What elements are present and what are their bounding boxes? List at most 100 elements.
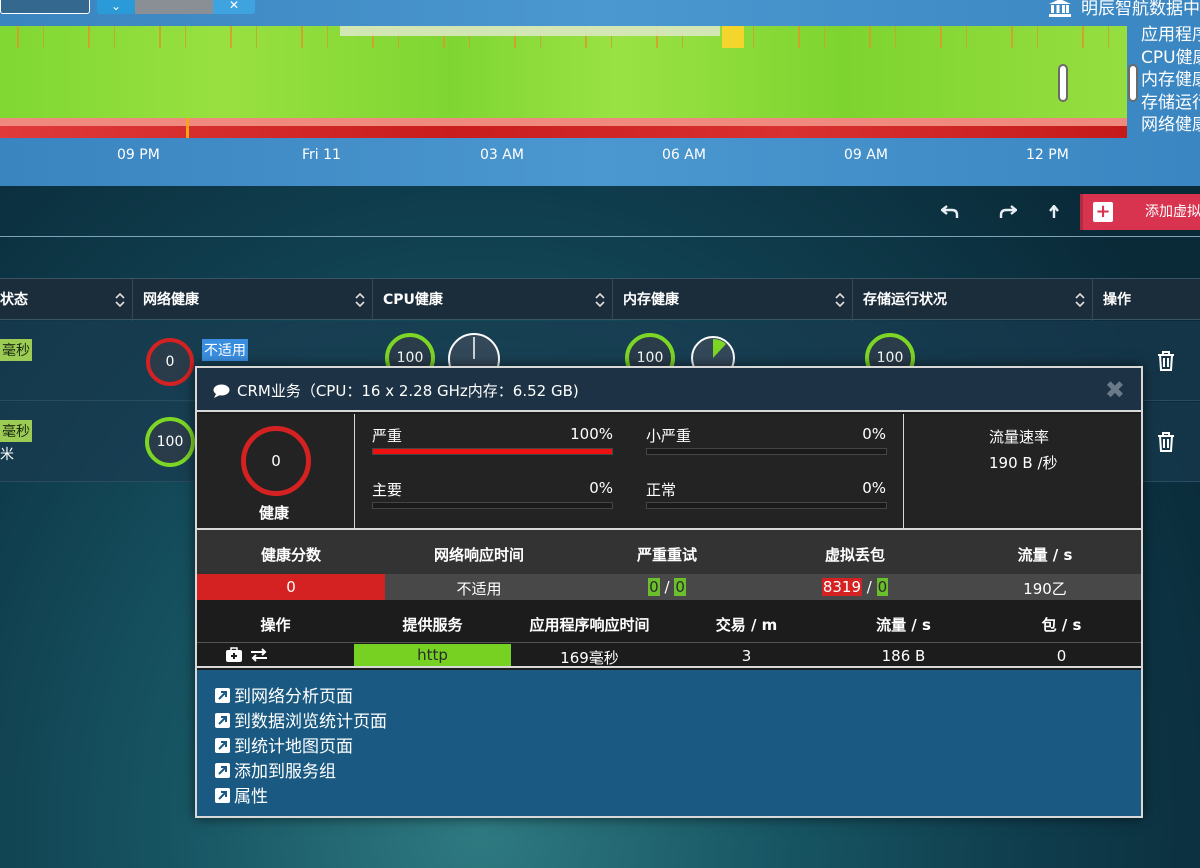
column-header-storage-status[interactable]: 存储运行状况 <box>853 279 1093 321</box>
link-properties[interactable]: 属性 <box>215 782 268 807</box>
trash-icon[interactable] <box>1157 351 1175 371</box>
net-response-value: 不适用 <box>456 580 502 598</box>
column-header-network-health[interactable]: 网络健康 <box>133 279 373 321</box>
dropdown-toggle-button[interactable]: ⌄ <box>97 0 135 14</box>
column-header-status[interactable]: 状态 <box>0 279 133 321</box>
service-table: 操作 提供服务 应用程序响应时间 交易 / m 流量 / s 包 / s htt… <box>197 600 1141 668</box>
add-virtual-button[interactable]: + 添加虚拟 <box>1080 194 1200 230</box>
network-health-gauge: 100 <box>145 417 195 467</box>
sort-icon[interactable] <box>1074 292 1086 308</box>
column-header-memory-health[interactable]: 内存健康 <box>613 279 853 321</box>
link-label: 添加到服务组 <box>234 762 336 782</box>
severity-label: 严重 <box>372 427 403 445</box>
link-stats-map[interactable]: 到统计地图页面 <box>215 732 353 757</box>
service-header: 包 / s <box>1041 616 1082 634</box>
exchange-icon[interactable] <box>251 648 267 662</box>
chat-icon <box>213 384 230 398</box>
link-data-browse-stats[interactable]: 到数据浏览统计页面 <box>215 707 387 732</box>
health-label: 健康 <box>259 504 290 522</box>
metrics-table: 健康分数 网络响应时间 严重重试 虚拟丢包 流量 / s 0 不适用 0 / 0… <box>197 530 1141 600</box>
undo-button[interactable] <box>930 196 970 228</box>
link-label: 属性 <box>234 787 268 807</box>
health-score-value: 0 <box>286 578 296 596</box>
column-label: 存储运行状况 <box>863 292 947 308</box>
drop-separator: / <box>866 578 872 596</box>
link-network-analysis[interactable]: 到网络分析页面 <box>215 682 353 707</box>
column-header-cpu-health[interactable]: CPU健康 <box>373 279 613 321</box>
org-title: 明辰智航数据中 <box>1049 0 1200 19</box>
metrics-header: 流量 / s <box>1017 546 1073 564</box>
drop-b: 0 <box>876 578 889 596</box>
legend-item: CPU健康 <box>1141 47 1200 68</box>
axis-label: 06 AM <box>662 147 706 163</box>
flow-rate-label: 流量速率 <box>989 428 1050 446</box>
add-virtual-label: 添加虚拟 <box>1145 204 1200 220</box>
divider <box>903 414 904 530</box>
metrics-header-row: 健康分数 网络响应时间 严重重试 虚拟丢包 流量 / s <box>197 530 1141 574</box>
network-health-gauge: 0 <box>146 338 194 386</box>
sort-icon[interactable] <box>354 292 366 308</box>
service-http[interactable]: http <box>354 644 511 666</box>
service-header: 操作 <box>260 616 291 634</box>
retry-b: 0 <box>674 578 686 596</box>
divider <box>0 236 1200 237</box>
trash-icon[interactable] <box>1157 432 1175 452</box>
legend-item: 内存健康 <box>1141 70 1200 90</box>
legend-item: 应用程序 <box>1141 25 1200 45</box>
org-name: 明辰智航数据中 <box>1081 0 1200 19</box>
sort-icon[interactable] <box>594 292 606 308</box>
drop-a: 8319 <box>821 578 862 596</box>
popup-header: CRM业务（CPU：16 x 2.28 GHz内存：6.52 GB) ✖ <box>197 368 1141 412</box>
date-range-field[interactable] <box>0 0 90 14</box>
timeline-right-handle[interactable] <box>1128 64 1138 102</box>
link-label: 到网络分析页面 <box>234 687 353 707</box>
metrics-header: 虚拟丢包 <box>824 546 885 564</box>
severity-label: 正常 <box>646 481 677 499</box>
timeline-left-handle[interactable] <box>1058 64 1068 102</box>
close-button[interactable]: ✖ <box>1105 378 1125 402</box>
medkit-icon[interactable] <box>226 647 242 662</box>
status-badge: 毫秒 <box>0 339 32 361</box>
column-label: CPU健康 <box>383 292 443 308</box>
status-badge: 毫秒 <box>0 420 32 442</box>
popup-links: 到网络分析页面 到数据浏览统计页面 到统计地图页面 添加到服务组 属性 <box>197 670 1141 816</box>
range-input[interactable] <box>135 0 213 14</box>
status-sub: 米 <box>0 447 14 463</box>
link-add-service-group[interactable]: 添加到服务组 <box>215 757 336 782</box>
metrics-value-row: 0 不适用 0 / 0 8319 / 0 190乙 <box>197 574 1141 600</box>
packets-value: 0 <box>1056 647 1067 665</box>
redo-button[interactable] <box>988 196 1028 228</box>
health-timeline[interactable] <box>0 26 1127 138</box>
retry-value: 0 / 0 <box>573 578 761 596</box>
timeline-pale-segment <box>340 26 720 36</box>
external-link-icon <box>215 688 230 703</box>
column-header-actions: 操作 <box>1093 279 1200 321</box>
service-actions[interactable] <box>225 647 270 663</box>
severity-percent: 100% <box>570 425 613 443</box>
axis-label: 09 AM <box>844 147 888 163</box>
redo-icon <box>999 205 1018 218</box>
severity-percent: 0% <box>589 479 613 497</box>
divider <box>354 414 355 530</box>
link-label: 到统计地图页面 <box>234 737 353 757</box>
metrics-header: 网络响应时间 <box>433 546 524 564</box>
popup-summary: 0 健康 严重 100% 小严重 0% 主要 0% 正常 0% 流量速率 190… <box>197 414 1141 530</box>
timeline-band-light-red <box>0 118 1127 126</box>
divider <box>197 642 1141 643</box>
sort-icon[interactable] <box>114 292 126 308</box>
packet-drop-value: 8319 / 0 <box>761 578 949 596</box>
timeline-marker <box>186 118 189 138</box>
column-label: 操作 <box>1103 292 1131 308</box>
upload-icon <box>1049 204 1059 218</box>
severity-bar-fill <box>373 449 612 454</box>
severity-bar <box>646 448 887 455</box>
close-range-button[interactable]: ✕ <box>213 0 255 14</box>
upload-button[interactable] <box>1034 196 1074 228</box>
retry-separator: / <box>664 578 670 596</box>
transactions-value: 3 <box>741 647 752 665</box>
severity-bar <box>646 502 887 509</box>
axis-label: 03 AM <box>480 147 524 163</box>
severity-label: 主要 <box>372 481 403 499</box>
plus-icon: + <box>1093 202 1113 222</box>
sort-icon[interactable] <box>834 292 846 308</box>
